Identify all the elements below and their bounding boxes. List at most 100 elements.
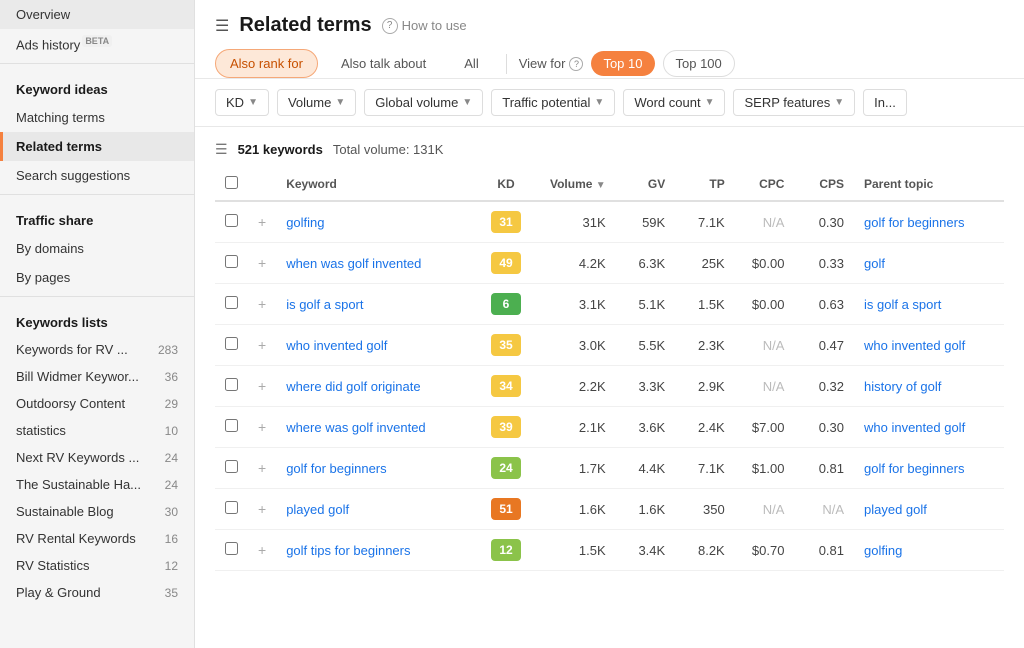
sidebar-divider-3 [0,296,194,297]
sidebar-kw-list-count: 36 [165,370,178,384]
sidebar-kw-list-kw-bill[interactable]: Bill Widmer Keywor...36 [0,363,194,390]
top-100-badge[interactable]: Top 100 [663,50,735,77]
serp-filter-btn[interactable]: SERP features ▼ [733,89,855,116]
volume-cell-4: 2.2K [536,366,616,407]
table-row: + who invented golf 35 3.0K 5.5K 2.3K N/… [215,325,1004,366]
parent-topic-link-4[interactable]: history of golf [864,379,941,394]
keyword-link-7[interactable]: played golf [286,502,349,517]
add-keyword-btn-8[interactable]: + [258,542,266,558]
tab-also-rank-for[interactable]: Also rank for [215,49,318,78]
sidebar-kw-list-kw-rv[interactable]: Keywords for RV ...283 [0,336,194,363]
col-header-volume[interactable]: Volume ▼ [536,168,616,201]
keyword-link-4[interactable]: where did golf originate [286,379,420,394]
keyword-link-8[interactable]: golf tips for beginners [286,543,410,558]
menu-icon[interactable]: ☰ [215,16,229,36]
kd-badge-7: 51 [491,498,521,520]
volume-cell-7: 1.6K [536,489,616,530]
select-all-checkbox[interactable] [225,176,238,189]
page-title: Related terms [239,14,371,37]
add-keyword-btn-6[interactable]: + [258,460,266,476]
cpc-cell-7: N/A [735,489,795,530]
tp-cell-4: 2.9K [675,366,735,407]
keyword-link-6[interactable]: golf for beginners [286,461,386,476]
row-checkbox-2[interactable] [225,296,238,309]
gv-cell-8: 3.4K [616,530,676,571]
keyword-link-2[interactable]: is golf a sport [286,297,363,312]
cps-na: N/A [822,502,844,517]
gv-cell-7: 1.6K [616,489,676,530]
sidebar-item-ads-history[interactable]: Ads historyBETA [0,29,194,59]
row-checkbox-4[interactable] [225,378,238,391]
sidebar-kw-list-kw-rv-rental[interactable]: RV Rental Keywords16 [0,525,194,552]
kd-badge-8: 12 [491,539,521,561]
sidebar-kw-list-label: Keywords for RV ... [16,342,128,357]
sidebar-item-overview[interactable]: Overview [0,0,194,29]
sidebar-item-matching-terms[interactable]: Matching terms [0,103,194,132]
row-checkbox-3[interactable] [225,337,238,350]
tab-also-talk-about[interactable]: Also talk about [326,49,441,78]
parent-topic-link-1[interactable]: golf [864,256,885,271]
cpc-cell-3: N/A [735,325,795,366]
gv-cell-5: 3.6K [616,407,676,448]
parent-topic-link-5[interactable]: who invented golf [864,420,965,435]
volume-filter-btn[interactable]: Volume ▼ [277,89,356,116]
row-checkbox-1[interactable] [225,255,238,268]
sidebar-kw-list-kw-outdoorsy[interactable]: Outdoorsy Content29 [0,390,194,417]
col-header-parent-topic: Parent topic [854,168,1004,201]
row-checkbox-5[interactable] [225,419,238,432]
keywords-count: 521 keywords [238,142,323,157]
parent-topic-link-2[interactable]: is golf a sport [864,297,941,312]
keyword-link-5[interactable]: where was golf invented [286,420,425,435]
row-checkbox-8[interactable] [225,542,238,555]
top-10-badge[interactable]: Top 10 [591,51,654,76]
summary-menu-icon[interactable]: ☰ [215,141,228,158]
row-checkbox-0[interactable] [225,214,238,227]
kd-filter-btn[interactable]: KD ▼ [215,89,269,116]
sidebar-kw-list-kw-play-ground[interactable]: Play & Ground35 [0,579,194,606]
volume-cell-3: 3.0K [536,325,616,366]
sidebar-item-related-terms[interactable]: Related terms [0,132,194,161]
sidebar-kw-list-kw-stats[interactable]: statistics10 [0,417,194,444]
how-to-use-link[interactable]: ? How to use [382,18,467,34]
keyword-link-3[interactable]: who invented golf [286,338,387,353]
sidebar-kw-list-label: Play & Ground [16,585,101,600]
add-keyword-btn-5[interactable]: + [258,419,266,435]
parent-topic-link-7[interactable]: played golf [864,502,927,517]
cps-cell-0: 0.30 [794,201,854,243]
add-keyword-btn-0[interactable]: + [258,214,266,230]
tab-all[interactable]: All [449,49,493,78]
parent-topic-link-3[interactable]: who invented golf [864,338,965,353]
table-row: + when was golf invented 49 4.2K 6.3K 25… [215,243,1004,284]
table-area: ☰ 521 keywords Total volume: 131K Keywor… [195,127,1024,648]
sidebar-kw-list-kw-sustainable-blog[interactable]: Sustainable Blog30 [0,498,194,525]
cps-value: 0.32 [819,379,844,394]
sidebar-kw-list-kw-sustainable-ha[interactable]: The Sustainable Ha...24 [0,471,194,498]
kd-badge-0: 31 [491,211,521,233]
add-keyword-btn-4[interactable]: + [258,378,266,394]
parent-topic-link-0[interactable]: golf for beginners [864,215,964,230]
volume-chevron-icon: ▼ [335,97,345,108]
cpc-cell-8: $0.70 [735,530,795,571]
add-keyword-btn-3[interactable]: + [258,337,266,353]
cpc-na: N/A [763,338,785,353]
add-keyword-btn-7[interactable]: + [258,501,266,517]
sidebar-item-by-domains[interactable]: By domains [0,234,194,263]
sidebar-item-search-suggestions[interactable]: Search suggestions [0,161,194,190]
row-checkbox-6[interactable] [225,460,238,473]
wc-filter-btn[interactable]: Word count ▼ [623,89,725,116]
tp-filter-btn[interactable]: Traffic potential ▼ [491,89,615,116]
gv-filter-btn[interactable]: Global volume ▼ [364,89,483,116]
keyword-link-0[interactable]: golfing [286,215,324,230]
sidebar-item-by-pages[interactable]: By pages [0,263,194,292]
sidebar-kw-list-kw-next-rv[interactable]: Next RV Keywords ...24 [0,444,194,471]
keyword-link-1[interactable]: when was golf invented [286,256,421,271]
in-filter-btn[interactable]: In... [863,89,907,116]
kd-badge-2: 6 [491,293,521,315]
add-keyword-btn-1[interactable]: + [258,255,266,271]
sidebar-kw-list-kw-rv-stats[interactable]: RV Statistics12 [0,552,194,579]
parent-topic-link-6[interactable]: golf for beginners [864,461,964,476]
parent-topic-link-8[interactable]: golfing [864,543,902,558]
row-checkbox-7[interactable] [225,501,238,514]
add-keyword-btn-2[interactable]: + [258,296,266,312]
table-body: + golfing 31 31K 59K 7.1K N/A 0.30 golf … [215,201,1004,571]
